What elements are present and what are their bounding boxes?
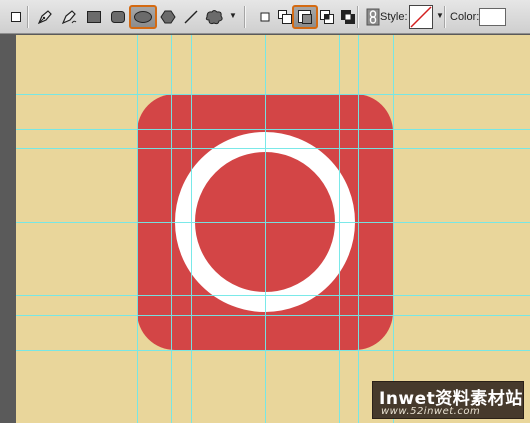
canvas-artwork bbox=[16, 35, 530, 423]
pen-tool-icon[interactable] bbox=[33, 5, 57, 29]
color-swatch[interactable] bbox=[479, 8, 506, 26]
custom-shape-dropdown-icon[interactable]: ▼ bbox=[229, 11, 237, 20]
toolbar-divider bbox=[357, 6, 359, 28]
style-dropdown-icon[interactable]: ▼ bbox=[436, 11, 444, 20]
color-label: Color: bbox=[450, 11, 480, 23]
style-label: Style: bbox=[380, 11, 408, 23]
ellipse-tool-icon[interactable] bbox=[129, 5, 157, 29]
toolbar-divider bbox=[444, 6, 446, 28]
toolbar-divider bbox=[244, 6, 246, 28]
custom-shape-tool-icon[interactable] bbox=[202, 5, 226, 29]
options-bar: ▼ Style: ▼ Color: bbox=[0, 0, 530, 34]
line-tool-icon[interactable] bbox=[179, 5, 203, 29]
polygon-tool-icon[interactable] bbox=[156, 5, 180, 29]
document-canvas[interactable] bbox=[16, 35, 530, 423]
watermark-url: www.52inwet.com bbox=[381, 406, 481, 417]
rounded-rectangle-tool-icon[interactable] bbox=[106, 5, 130, 29]
toolbar-divider bbox=[27, 6, 29, 28]
style-swatch[interactable] bbox=[409, 5, 433, 29]
watermark: Inwet资料素材站 www.52inwet.com bbox=[372, 381, 524, 419]
rectangle-tool-icon[interactable] bbox=[82, 5, 106, 29]
freeform-pen-tool-icon[interactable] bbox=[57, 5, 81, 29]
shape-layers-mode-icon[interactable] bbox=[4, 5, 28, 29]
